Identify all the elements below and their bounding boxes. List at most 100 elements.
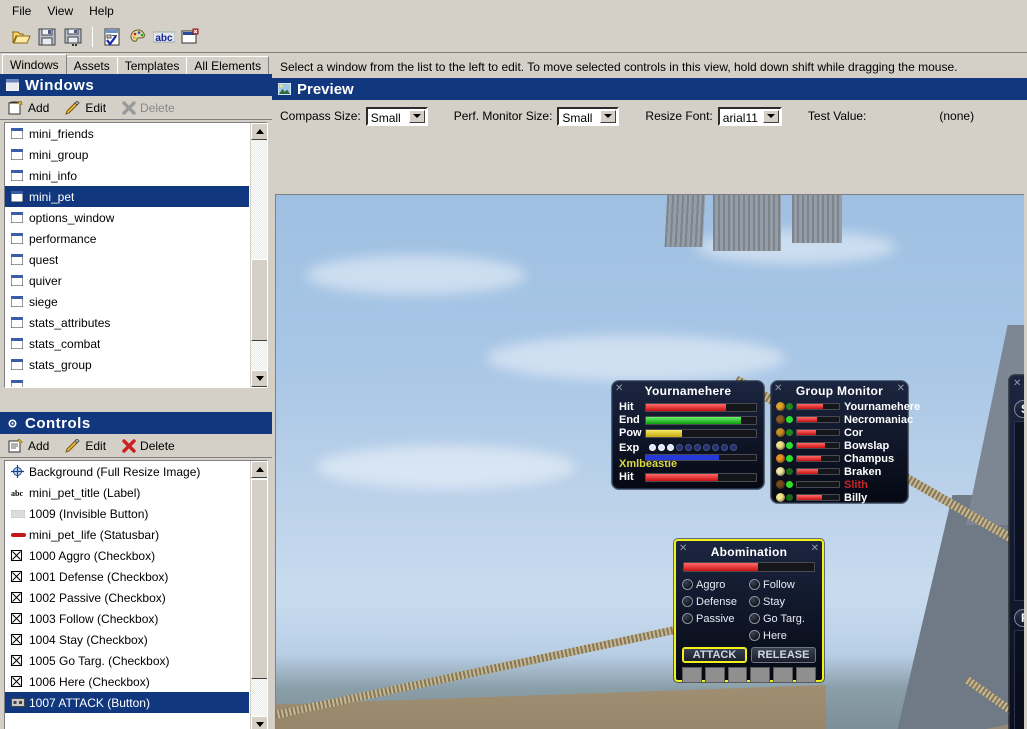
spec-row[interactable]: Mending 2 points xyxy=(1015,426,1024,442)
new-window-icon[interactable] xyxy=(177,24,203,50)
list-item[interactable]: 1000 Aggro (Checkbox) xyxy=(5,545,249,566)
close-icon[interactable]: ✕ xyxy=(1013,378,1021,389)
group-member-row[interactable]: Braken xyxy=(776,465,903,478)
list-item[interactable]: 1001 Defense (Checkbox) xyxy=(5,566,249,587)
pet-checkbox-passive[interactable]: Passive xyxy=(682,610,749,627)
list-item[interactable]: mini_pet_life (Statusbar) xyxy=(5,524,249,545)
pet-checkbox-stay[interactable]: Stay xyxy=(749,593,816,610)
pet-checkbox-go-targ[interactable]: Go Targ. xyxy=(749,610,816,627)
checkbox-icon[interactable] xyxy=(749,579,760,590)
windows-edit-button[interactable]: Edit xyxy=(65,100,106,115)
palette-icon[interactable] xyxy=(125,24,151,50)
list-item[interactable]: mini_info xyxy=(5,165,249,186)
checkbox-icon[interactable] xyxy=(749,613,760,624)
chevron-down-icon[interactable] xyxy=(762,109,779,123)
checkbox-icon[interactable] xyxy=(682,596,693,607)
menu-file[interactable]: File xyxy=(4,2,39,20)
scrollbar-thumb[interactable] xyxy=(251,259,267,341)
list-item[interactable]: 1009 (Invisible Button) xyxy=(5,503,249,524)
skill-row[interactable]: Augmented Strength 1 points xyxy=(1015,633,1024,649)
compass-size-select[interactable]: Small xyxy=(365,106,428,126)
ability-slot[interactable] xyxy=(796,667,816,683)
skill-row[interactable]: Tireless 1 points xyxy=(1015,713,1024,729)
list-item[interactable]: stats_combat xyxy=(5,333,249,354)
ability-slot[interactable] xyxy=(727,667,748,683)
windows-list[interactable]: mini_friends mini_group mini_info mini_p… xyxy=(4,122,268,388)
resize-icon[interactable]: ✕ xyxy=(897,383,905,394)
list-item[interactable]: 1004 Stay (Checkbox) xyxy=(5,629,249,650)
checkbox-icon[interactable] xyxy=(749,596,760,607)
controls-list[interactable]: Background (Full Resize Image) abc mini_… xyxy=(4,460,268,729)
close-icon[interactable]: ✕ xyxy=(615,383,623,394)
tab-all-elements[interactable]: All Elements xyxy=(186,56,270,74)
checkbox-icon[interactable] xyxy=(682,579,693,590)
checkbox-icon[interactable] xyxy=(682,613,693,624)
game-window-train[interactable]: ✕ Train Specializations points: 234 Mend… xyxy=(1009,375,1024,729)
abc-icon[interactable]: abc xyxy=(151,24,177,50)
tab-templates[interactable]: Templates xyxy=(116,56,188,74)
pet-checkbox-here[interactable]: Here xyxy=(749,627,816,644)
list-item[interactable]: stats_attributes xyxy=(5,312,249,333)
spec-row[interactable]: Augmentation 2 points xyxy=(1015,442,1024,458)
controls-edit-button[interactable]: Edit xyxy=(65,438,106,453)
list-item[interactable] xyxy=(5,375,249,387)
list-item[interactable]: quiver xyxy=(5,270,249,291)
skill-row[interactable]: Augmented Constitutio 1 points xyxy=(1015,665,1024,681)
chevron-down-icon[interactable] xyxy=(408,109,425,123)
pet-checkbox-aggro[interactable]: Aggro xyxy=(682,576,749,593)
windows-add-button[interactable]: Add xyxy=(8,100,49,115)
specializations-list[interactable]: Mending 2 points Augmentation 2 points P… xyxy=(1014,421,1024,601)
skill-row[interactable]: Long Wind 1 points xyxy=(1015,697,1024,713)
save-icon[interactable] xyxy=(34,24,60,50)
list-item[interactable]: quest xyxy=(5,249,249,270)
controls-list-scrollbar[interactable] xyxy=(250,461,267,729)
skill-row[interactable]: Augmented Acuity 1 points xyxy=(1015,681,1024,697)
list-item[interactable]: 1006 Here (Checkbox) xyxy=(5,671,249,692)
pet-checkbox-defense[interactable]: Defense xyxy=(682,593,749,610)
close-icon[interactable]: ✕ xyxy=(774,383,782,394)
tab-windows[interactable]: Windows xyxy=(2,54,67,74)
spec-row[interactable]: Pacification 2 points xyxy=(1015,458,1024,474)
game-window-group-monitor[interactable]: ✕ ✕ Group Monitor Yournamehere Necromani… xyxy=(771,381,920,504)
checkbox-icon[interactable] xyxy=(749,630,760,641)
list-item[interactable]: options_window xyxy=(5,207,249,228)
windows-delete-button[interactable]: Delete xyxy=(122,101,175,115)
list-item[interactable]: stats_group xyxy=(5,354,249,375)
chevron-down-icon[interactable] xyxy=(600,109,617,123)
attack-button[interactable]: ATTACK xyxy=(682,647,747,663)
checklist-icon[interactable] xyxy=(99,24,125,50)
list-item-selected[interactable]: 1007 ATTACK (Button) xyxy=(5,692,249,713)
ability-slot[interactable] xyxy=(682,667,702,683)
pet-checkbox-follow[interactable]: Follow xyxy=(749,576,816,593)
menu-help[interactable]: Help xyxy=(81,2,122,20)
scroll-up-button[interactable] xyxy=(251,123,267,140)
list-item[interactable]: 1005 Go Targ. (Checkbox) xyxy=(5,650,249,671)
ability-slot[interactable] xyxy=(750,667,771,683)
list-item[interactable]: abc mini_pet_title (Label) xyxy=(5,482,249,503)
group-member-row[interactable]: Yournamehere xyxy=(776,400,920,413)
game-window-pet[interactable]: ✕ ✕ Abomination Aggro Follow Defense Sta… xyxy=(674,539,824,683)
resize-icon[interactable]: ✕ xyxy=(811,543,819,554)
list-item-selected[interactable]: mini_pet xyxy=(5,186,249,207)
group-member-row[interactable]: Bowslap xyxy=(776,439,903,452)
windows-list-scrollbar[interactable] xyxy=(250,123,267,387)
scroll-down-button[interactable] xyxy=(251,716,267,729)
group-member-row[interactable]: Necromaniac xyxy=(776,413,913,426)
list-item[interactable]: 1002 Passive (Checkbox) xyxy=(5,587,249,608)
list-item[interactable]: 1003 Follow (Checkbox) xyxy=(5,608,249,629)
list-item[interactable]: Background (Full Resize Image) xyxy=(5,461,249,482)
release-button[interactable]: RELEASE xyxy=(751,647,816,663)
preview-canvas[interactable]: ✕ Yournamehere Hit End Pow Exp Xmlbeasti… xyxy=(275,194,1024,729)
group-member-row[interactable]: Slith xyxy=(776,478,903,491)
list-item[interactable]: mini_friends xyxy=(5,123,249,144)
perf-monitor-size-select[interactable]: Small xyxy=(557,106,620,126)
save-as-icon[interactable] xyxy=(60,24,86,50)
group-member-row[interactable]: Champus xyxy=(776,452,903,465)
scrollbar-thumb[interactable] xyxy=(251,479,267,679)
group-member-row[interactable]: Cor xyxy=(776,426,903,439)
realm-skills-list[interactable]: Augmented Strength 1 points Augmented De… xyxy=(1014,630,1024,729)
resize-font-select[interactable]: arial11 xyxy=(717,106,782,126)
ability-slot[interactable] xyxy=(773,667,794,683)
ability-slot[interactable] xyxy=(704,667,725,683)
scroll-up-button[interactable] xyxy=(251,461,267,478)
